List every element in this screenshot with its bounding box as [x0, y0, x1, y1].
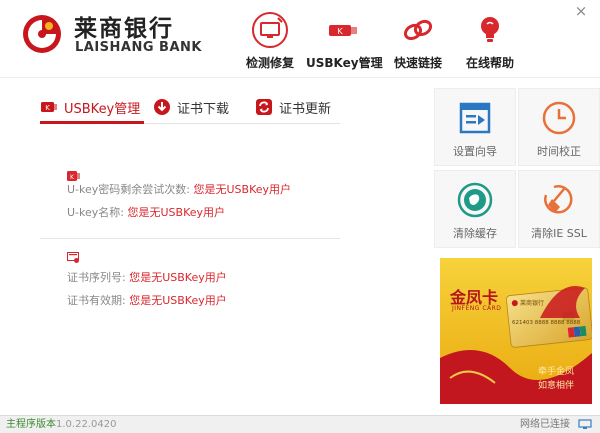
- banner-slogan-line1: 牵手金凤: [538, 367, 575, 377]
- monitor-repair-icon: [252, 12, 288, 48]
- nav-online-help[interactable]: 在线帮助: [458, 12, 522, 74]
- brand-name-en: LAISHANG BANK: [75, 40, 202, 55]
- nav-detect-repair-label: 检测修复: [245, 56, 294, 70]
- brand-name-cn: 莱商银行: [74, 16, 174, 42]
- tab-bar: K USBKey管理 证书下载 证书更新: [40, 92, 340, 124]
- tab-cert-download-label: 证书下载: [177, 101, 230, 117]
- svg-text:K: K: [337, 27, 343, 36]
- pin-retry-value: 您是无USBKey用户: [193, 183, 292, 196]
- app-header: 莱商银行 LAISHANG BANK × 检测修复 K USBKey管理 快速链…: [0, 0, 600, 78]
- time-correct-label: 时间校正: [537, 145, 581, 158]
- tab-cert-update-label: 证书更新: [279, 101, 332, 117]
- nav-usbkey-manage[interactable]: K USBKey管理: [306, 12, 383, 74]
- cert-serial-row: 证书序列号: 您是无USBKey用户: [67, 269, 227, 285]
- cert-validity-label: 证书有效期:: [67, 294, 126, 307]
- usbkey-icon: K: [41, 102, 57, 112]
- usbkey-name-label: U-key名称:: [67, 206, 124, 219]
- network-status: 网络已连接: [520, 419, 570, 430]
- section-divider: [40, 238, 340, 239]
- usbkey-name-row: U-key名称: 您是无USBKey用户: [67, 204, 225, 220]
- clear-cache-icon: [457, 182, 493, 218]
- svg-text:K: K: [45, 104, 50, 112]
- clear-ie-ssl-button[interactable]: 清除IE SSL: [518, 170, 600, 248]
- download-icon: [154, 99, 170, 115]
- active-tab-indicator: [40, 121, 144, 124]
- certificate-icon: [67, 252, 79, 263]
- nav-usbkey-manage-label: USBKey管理: [306, 56, 383, 70]
- version-info: 主程序版本1.0.22.0420: [6, 416, 116, 433]
- clear-cache-button[interactable]: 清除缓存: [434, 170, 516, 248]
- tab-usbkey-manage[interactable]: K USBKey管理: [40, 92, 140, 122]
- tab-cert-update[interactable]: 证书更新: [255, 92, 331, 122]
- cert-serial-label: 证书序列号:: [67, 271, 126, 284]
- network-icon: [578, 419, 592, 429]
- lightbulb-icon: [481, 17, 499, 42]
- clear-ie-ssl-label: 清除IE SSL: [531, 227, 587, 240]
- usbkey-name-value: 您是无USBKey用户: [127, 206, 226, 219]
- nav-online-help-label: 在线帮助: [465, 56, 514, 70]
- clock-icon: [542, 101, 576, 135]
- cert-serial-value: 您是无USBKey用户: [129, 271, 227, 284]
- nav-detect-repair[interactable]: 检测修复: [238, 12, 302, 74]
- jinfeng-card-banner[interactable]: 金凤卡 JINFENG CARD 莱商银行 621403 8888 8888 8…: [440, 258, 592, 404]
- banner-card-bank: 莱商银行: [520, 300, 545, 307]
- cert-validity-row: 证书有效期: 您是无USBKey用户: [67, 292, 227, 308]
- tab-cert-download[interactable]: 证书下载: [153, 92, 229, 122]
- tab-usbkey-manage-label: USBKey管理: [64, 101, 141, 117]
- refresh-icon: [256, 99, 272, 115]
- bank-logo-icon: [23, 15, 61, 53]
- setup-wizard-label: 设置向导: [453, 145, 497, 158]
- banner-card-number: 621403 8888 8888 8888: [512, 320, 581, 326]
- broom-icon: [544, 185, 573, 214]
- window-close-button[interactable]: ×: [570, 2, 592, 20]
- version-label: 主程序版本: [6, 419, 56, 430]
- pin-retry-row: U-key密码剩余尝试次数: 您是无USBKey用户: [67, 181, 291, 197]
- version-number: 1.0.22.0420: [56, 419, 117, 430]
- banner-subtitle: JINFENG CARD: [452, 305, 502, 312]
- time-correct-button[interactable]: 时间校正: [518, 88, 600, 166]
- status-bar: 主程序版本1.0.22.0420 网络已连接: [0, 415, 600, 433]
- cert-validity-value: 您是无USBKey用户: [129, 294, 227, 307]
- wizard-icon: [459, 102, 491, 134]
- setup-wizard-button[interactable]: 设置向导: [434, 88, 516, 166]
- nav-quick-links[interactable]: 快速链接: [386, 12, 450, 74]
- pin-retry-label: U-key密码剩余尝试次数:: [67, 183, 190, 196]
- link-icon: [403, 19, 433, 41]
- nav-quick-links-label: 快速链接: [393, 56, 442, 70]
- clear-cache-label: 清除缓存: [453, 227, 497, 240]
- banner-slogan-line2: 如意相伴: [538, 381, 575, 391]
- usbkey-icon: K: [329, 25, 357, 36]
